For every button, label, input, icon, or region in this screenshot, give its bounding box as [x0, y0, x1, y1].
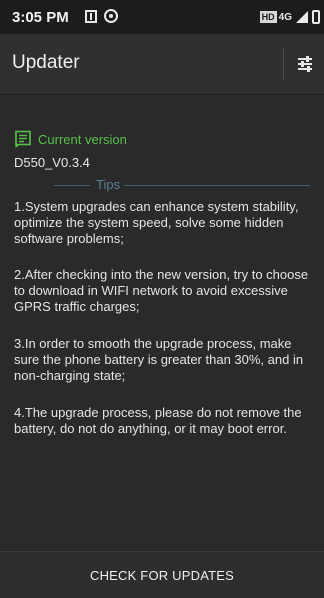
updater-screen: 3:05 PM HD 4G Updater Current version D5… — [0, 0, 324, 598]
divider-line — [54, 185, 90, 186]
hd-badge: HD — [259, 11, 277, 23]
app-bar: Updater — [0, 34, 324, 95]
sliders-icon — [298, 56, 312, 72]
document-icon — [15, 130, 31, 148]
tips-header: Tips — [14, 177, 310, 193]
tip-item-2: 2.After checking into the new version, t… — [14, 267, 309, 314]
divider-line — [124, 185, 310, 186]
network-type: 4G — [278, 11, 292, 23]
settings-button[interactable] — [290, 49, 320, 79]
status-time: 3:05 PM — [12, 9, 69, 26]
tips-label: Tips — [96, 177, 121, 192]
notification-icon — [85, 10, 97, 23]
tip-item-3: 3.In order to smooth the upgrade process… — [14, 336, 304, 383]
content-area: Current version D550_V0.3.4 Tips 1.Syste… — [0, 95, 324, 551]
status-bar: 3:05 PM HD 4G — [0, 0, 324, 34]
battery-icon — [312, 10, 320, 24]
app-bar-divider — [283, 48, 284, 80]
sync-icon — [104, 9, 118, 23]
signal-icon — [296, 11, 308, 23]
current-version-label: Current version — [38, 131, 127, 147]
tip-item-1: 1.System upgrades can enhance system sta… — [14, 199, 299, 246]
check-for-updates-button[interactable]: CHECK FOR UPDATES — [0, 552, 324, 598]
tip-item-4: 4.The upgrade process, please do not rem… — [14, 405, 302, 436]
status-indicators: HD 4G — [259, 9, 320, 25]
page-title: Updater — [12, 52, 80, 73]
current-version-header: Current version — [14, 130, 127, 148]
bottom-action-bar: CHECK FOR UPDATES — [0, 551, 324, 598]
current-version-value: D550_V0.3.4 — [14, 155, 90, 170]
